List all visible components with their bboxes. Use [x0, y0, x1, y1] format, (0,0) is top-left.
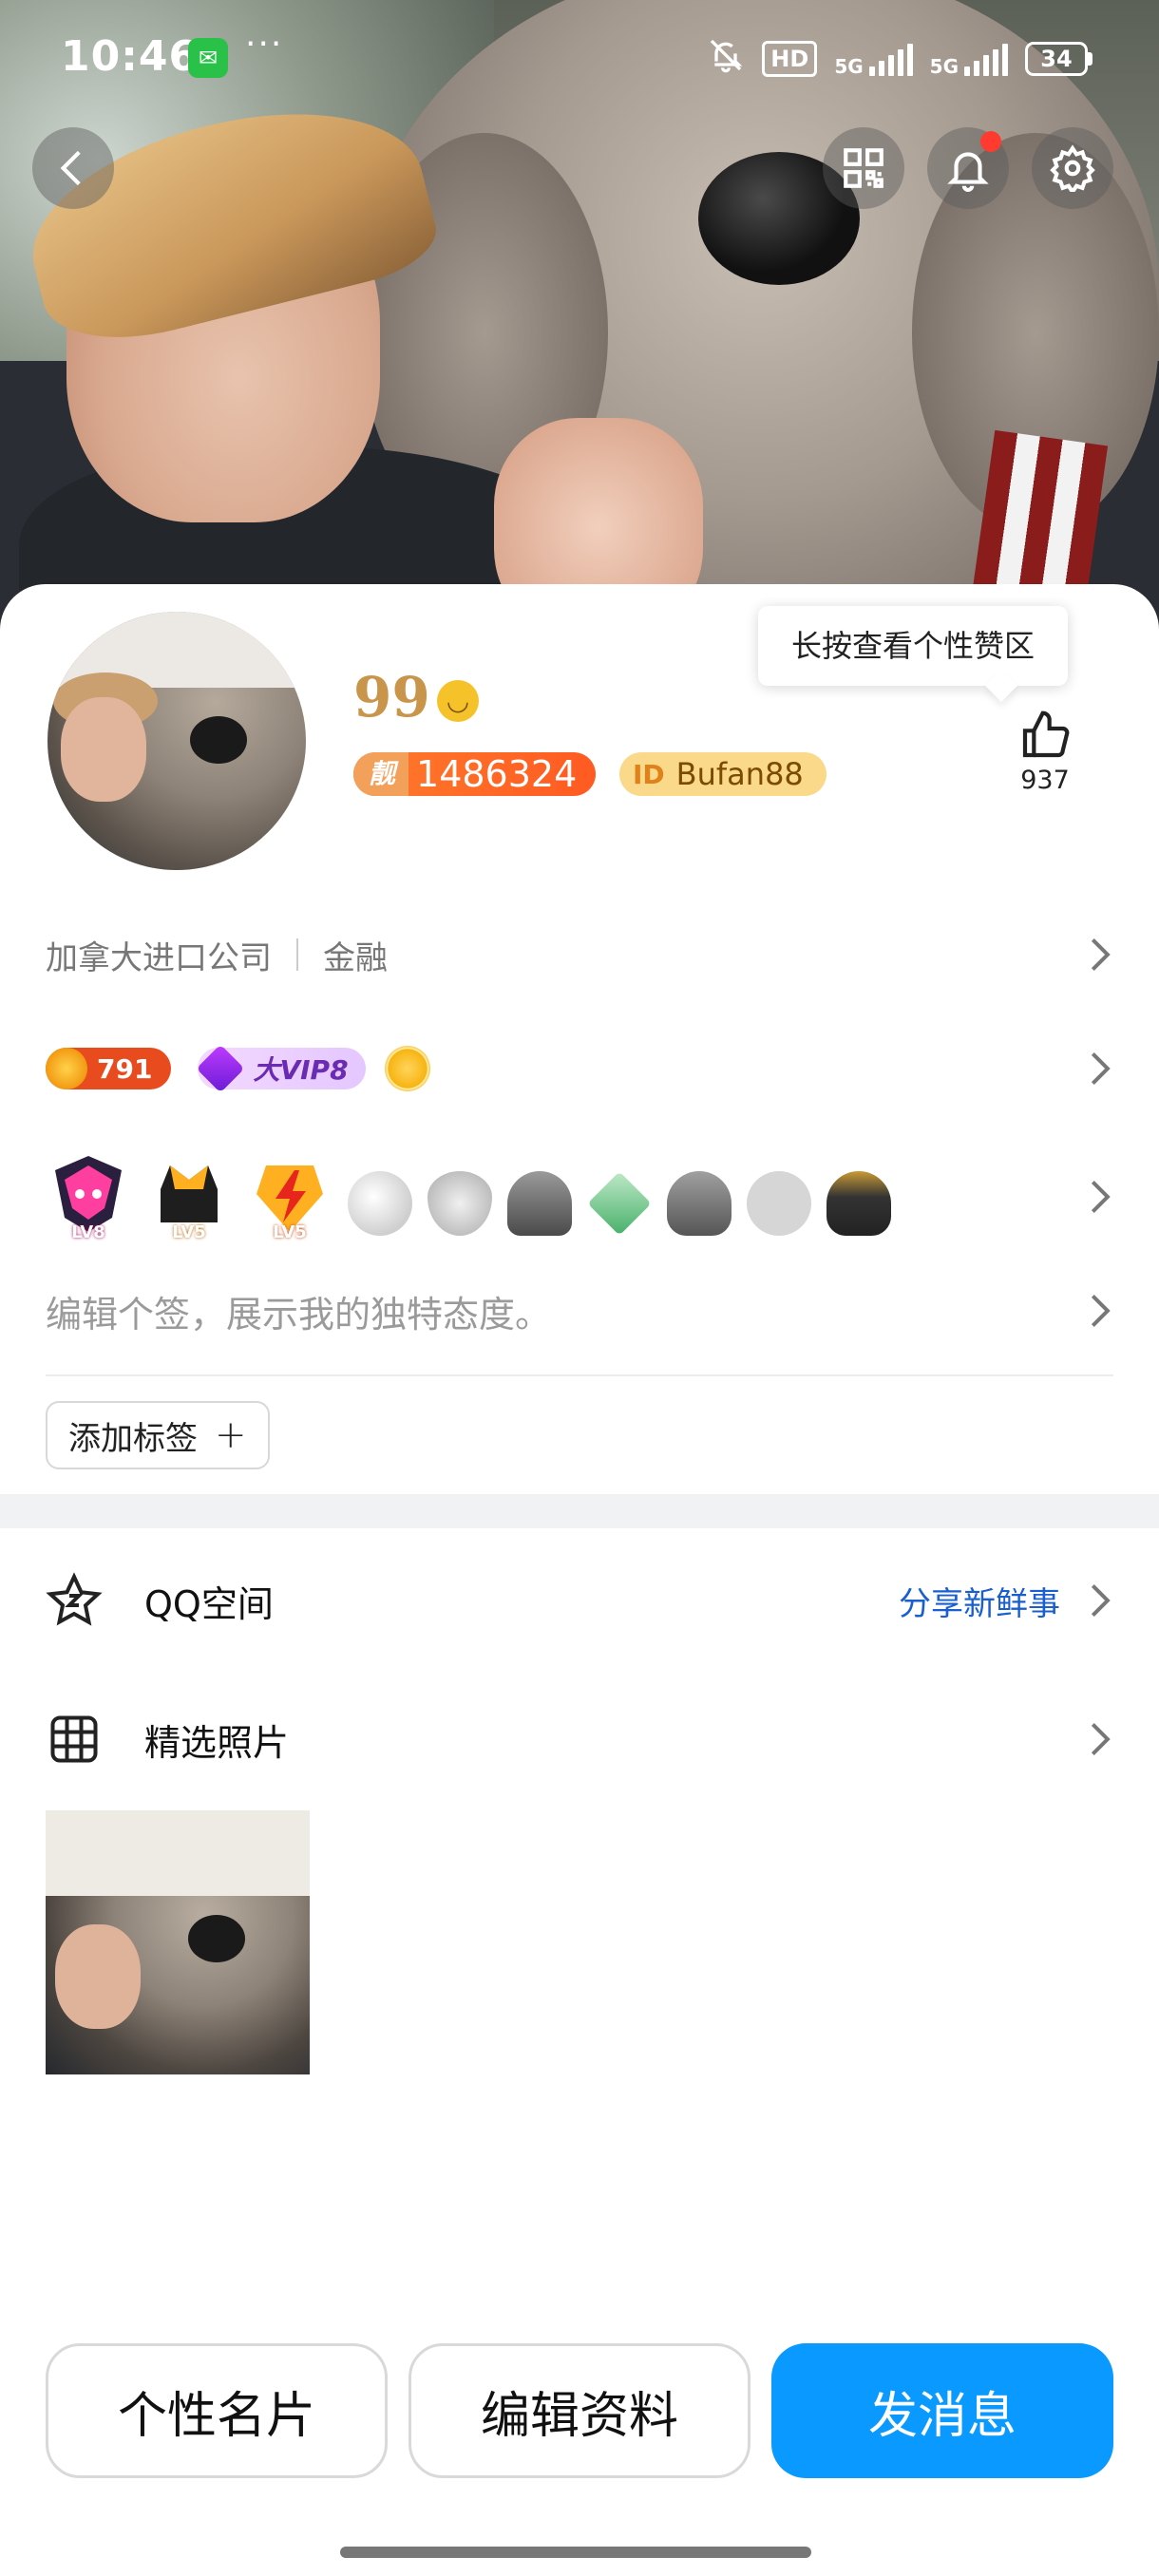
id-tag: ID: [633, 758, 665, 790]
like-button[interactable]: 937: [1013, 709, 1077, 795]
vip-gem-icon: [196, 1044, 245, 1093]
vip-badge: 大VIP8: [196, 1044, 366, 1093]
coin-icon: [46, 1048, 87, 1089]
chevron-right-icon: [1085, 1720, 1113, 1758]
medal-lv5-lightning-icon: LV5: [247, 1151, 332, 1242]
qzone-row[interactable]: QQ空间 分享新鲜事: [46, 1567, 1113, 1634]
divider: [296, 938, 298, 971]
add-tag-button[interactable]: 添加标签 +: [46, 1401, 270, 1469]
share-news-link[interactable]: 分享新鲜事: [899, 1578, 1060, 1624]
send-message-button[interactable]: 发消息: [771, 2343, 1113, 2478]
more-notifications-icon: ···: [245, 25, 284, 64]
company-name: 加拿大进口公司: [46, 938, 272, 977]
like-tooltip: 长按查看个性赞区: [758, 606, 1068, 686]
settings-button[interactable]: [1032, 127, 1113, 209]
level-row[interactable]: 791 大VIP8: [46, 1040, 1113, 1097]
medal-diamond-icon: [587, 1171, 652, 1236]
qr-code-button[interactable]: [823, 127, 904, 209]
chevron-right-icon: [1085, 1050, 1113, 1088]
medal-row[interactable]: LV8 LV5 LV5: [46, 1149, 1113, 1244]
medal-lv8-icon: LV8: [46, 1151, 131, 1242]
qid-value: Bufan88: [675, 756, 804, 792]
hd-voice-icon: HD: [762, 40, 818, 77]
chevron-right-icon: [1085, 1178, 1113, 1216]
status-bar: 10:46 ✉ ··· HD 5G 5G 34: [0, 0, 1159, 114]
signature-placeholder: 编辑个签，展示我的独特态度。: [46, 1293, 552, 1335]
plus-icon: +: [215, 1413, 247, 1457]
signal-icon-2: 5G: [930, 42, 1008, 76]
medal-lv5-crown-icon: LV5: [146, 1151, 232, 1242]
section-gap: [0, 1494, 1159, 1528]
qzone-star-icon: [46, 1572, 103, 1626]
chevron-right-icon: [1085, 1292, 1113, 1330]
medal-penguin-icon: [667, 1171, 732, 1236]
sun-icon: [384, 1046, 430, 1091]
photo-thumbnail[interactable]: [46, 1810, 310, 2074]
edit-profile-button[interactable]: 编辑资料: [408, 2343, 750, 2478]
company-row[interactable]: 加拿大进口公司 金融: [46, 931, 1113, 978]
thumbs-up-icon: [1022, 710, 1070, 758]
qid-badge[interactable]: ID Bufan88: [619, 752, 826, 796]
unread-dot: [980, 131, 1001, 152]
battery-icon: 34: [1025, 41, 1092, 76]
signature-row[interactable]: 编辑个签，展示我的独特态度。: [46, 1282, 1113, 1339]
divider: [46, 1374, 1113, 1376]
nickname: 99: [353, 665, 430, 729]
featured-photos-label: 精选照片: [144, 1721, 290, 1764]
signal-icon-1: 5G: [834, 42, 913, 76]
chevron-right-icon: [1085, 1582, 1113, 1619]
qzone-label: QQ空间: [144, 1582, 274, 1625]
wechat-notification-icon: ✉: [188, 38, 228, 78]
qq-level-badge: 791: [46, 1048, 172, 1089]
medal-heart-icon: [428, 1171, 492, 1236]
medal-penguin-crown-icon: [826, 1171, 891, 1236]
notifications-button[interactable]: [927, 127, 1009, 209]
medal-penguin-hat-icon: [507, 1171, 572, 1236]
settings-icon: [1050, 144, 1095, 192]
home-indicator[interactable]: [340, 2547, 811, 2558]
chevron-right-icon: [1085, 936, 1113, 974]
featured-photos-row[interactable]: 精选照片: [46, 1706, 1113, 1772]
avatar[interactable]: [44, 608, 310, 874]
profile-card-button[interactable]: 个性名片: [46, 2343, 388, 2478]
pretty-number-tag: 靓: [353, 752, 409, 796]
grid-icon: [50, 1715, 98, 1763]
back-button[interactable]: [32, 127, 114, 209]
medal-play-icon: [747, 1171, 811, 1236]
qr-code-icon: [844, 148, 884, 188]
mute-icon: [707, 36, 745, 81]
medal-bomb-icon: [348, 1171, 412, 1236]
back-icon: [60, 150, 81, 186]
industry: 金融: [323, 938, 388, 977]
like-count: 937: [1020, 766, 1070, 795]
qq-number-badge[interactable]: 靓 1486324: [353, 752, 597, 796]
smiley-icon: ◡: [437, 680, 479, 722]
status-time: 10:46: [61, 32, 200, 81]
qq-number: 1486324: [416, 753, 578, 795]
bell-icon: [947, 152, 989, 192]
